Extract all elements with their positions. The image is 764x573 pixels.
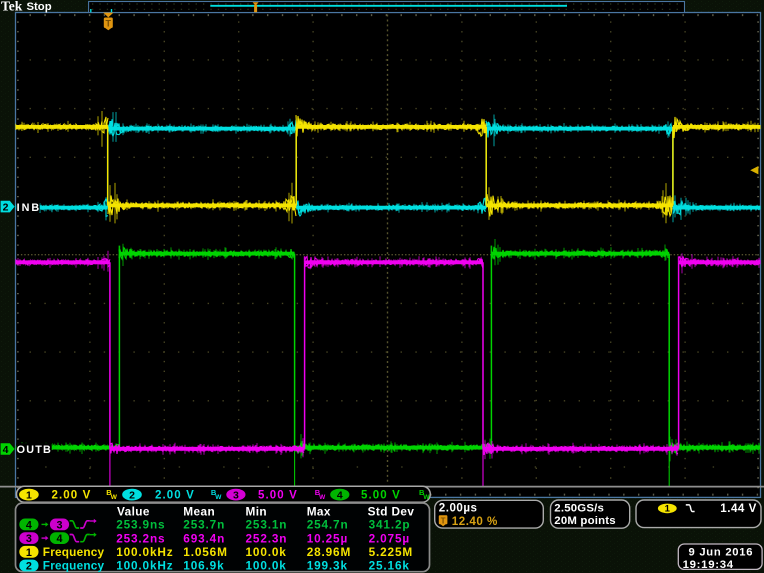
svg-text:Stop: Stop [27, 1, 52, 13]
svg-text:Value: Value [117, 504, 150, 518]
svg-text:2.075µ: 2.075µ [369, 531, 410, 545]
svg-text:Frequency: Frequency [43, 559, 105, 573]
svg-text:19:19:34: 19:19:34 [683, 559, 734, 571]
svg-text:2.50GS/s: 2.50GS/s [554, 503, 604, 515]
svg-text:5.00 V: 5.00 V [361, 490, 401, 502]
svg-text:W: W [111, 494, 118, 501]
svg-text:T: T [106, 18, 112, 28]
svg-text:1.44 V: 1.44 V [720, 502, 757, 515]
svg-text:2.00 V: 2.00 V [155, 490, 195, 502]
svg-text:199.3k: 199.3k [307, 559, 348, 573]
svg-text:106.9k: 106.9k [183, 559, 224, 573]
svg-text:W: W [319, 494, 326, 501]
svg-text:254.7n: 254.7n [307, 518, 349, 532]
svg-text:5.00 V: 5.00 V [258, 490, 298, 502]
svg-text:4: 4 [3, 444, 9, 456]
svg-text:253.1n: 253.1n [246, 518, 288, 532]
svg-text:3: 3 [233, 489, 239, 501]
svg-text:2: 2 [3, 202, 9, 214]
svg-text:252.3n: 252.3n [246, 531, 288, 545]
svg-text:T: T [441, 517, 446, 526]
svg-text:1: 1 [665, 504, 671, 515]
svg-text:25.16k: 25.16k [369, 559, 410, 573]
svg-text:3: 3 [56, 519, 62, 531]
svg-text:2.00 V: 2.00 V [52, 490, 92, 502]
svg-text:12.40 %: 12.40 % [452, 515, 498, 528]
svg-text:253.7n: 253.7n [183, 518, 225, 532]
svg-text:Min: Min [246, 504, 268, 518]
svg-text:OUTB: OUTB [17, 444, 52, 456]
svg-text:1.056M: 1.056M [183, 545, 227, 559]
svg-text:100.0kHz: 100.0kHz [116, 559, 173, 573]
svg-text:100.0k: 100.0k [246, 559, 287, 573]
svg-text:100.0k: 100.0k [246, 545, 287, 559]
svg-text:20M points: 20M points [554, 515, 616, 527]
svg-text:5.225M: 5.225M [369, 545, 413, 559]
svg-text:4: 4 [56, 533, 62, 545]
svg-text:4: 4 [337, 489, 343, 501]
svg-text:4: 4 [26, 519, 32, 531]
svg-text:100.0kHz: 100.0kHz [116, 545, 173, 559]
svg-text:2: 2 [129, 489, 135, 501]
svg-text:INB: INB [17, 202, 42, 214]
svg-text:2.00µs: 2.00µs [439, 502, 478, 515]
svg-text:2: 2 [26, 561, 32, 573]
svg-text:Max: Max [307, 504, 331, 518]
svg-text:Frequency: Frequency [43, 545, 105, 559]
svg-text:1: 1 [26, 547, 32, 559]
svg-text:Tek: Tek [1, 0, 23, 14]
svg-text:1: 1 [26, 489, 32, 501]
svg-text:693.4n: 693.4n [183, 531, 225, 545]
svg-text:341.2p: 341.2p [369, 518, 411, 532]
svg-text:28.96M: 28.96M [307, 545, 351, 559]
svg-text:253.2ns: 253.2ns [116, 531, 165, 545]
svg-text:W: W [423, 494, 430, 501]
svg-text:Std Dev: Std Dev [368, 504, 415, 518]
svg-text:3: 3 [26, 533, 32, 545]
svg-text:9 Jun 2016: 9 Jun 2016 [689, 546, 754, 558]
svg-text:Mean: Mean [183, 504, 215, 518]
svg-text:10.25µ: 10.25µ [307, 531, 348, 545]
svg-text:253.9ns: 253.9ns [116, 518, 165, 532]
svg-text:W: W [215, 494, 222, 501]
